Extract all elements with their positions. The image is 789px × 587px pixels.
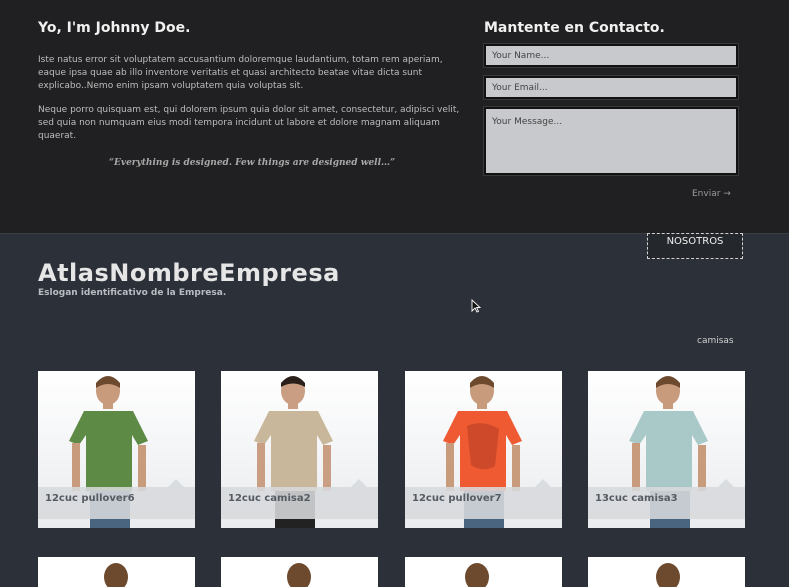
product-label: 13cuc camisa3 <box>595 493 678 504</box>
product-card[interactable]: 12cuc pullover7 <box>405 371 562 528</box>
contact-title: Mantente en Contacto. <box>484 20 665 36</box>
product-label: 12cuc pullover6 <box>45 493 135 504</box>
send-link[interactable]: Enviar → <box>692 189 731 199</box>
about-paragraph: Iste natus error sit voluptatem accusant… <box>38 55 443 91</box>
filter-link-camisas[interactable]: camisas <box>697 336 734 346</box>
mouse-cursor-icon <box>471 299 481 313</box>
product-photo <box>104 563 128 587</box>
caption-arrow <box>168 479 184 487</box>
message-textarea[interactable] <box>484 107 738 175</box>
about-paragraph: Neque porro quisquam est, qui dolorem ip… <box>38 105 460 141</box>
brand-slogan: Eslogan identificativo de la Empresa. <box>38 288 227 298</box>
brand-name: AtlasNombreEmpresa <box>38 259 340 287</box>
product-card[interactable]: 13cuc camisa3 <box>588 371 745 528</box>
product-label: 12cuc camisa2 <box>228 493 311 504</box>
product-photo <box>287 563 311 587</box>
product-label: 12cuc pullover7 <box>412 493 502 504</box>
product-card[interactable] <box>221 557 378 587</box>
product-card[interactable] <box>405 557 562 587</box>
product-photo <box>465 563 489 587</box>
nosotros-tab-button[interactable]: NOSOTROS <box>647 233 743 259</box>
product-card[interactable] <box>38 557 195 587</box>
product-card[interactable] <box>588 557 745 587</box>
name-input[interactable] <box>484 44 738 67</box>
email-input[interactable] <box>484 76 738 99</box>
product-card[interactable]: 12cuc camisa2 <box>221 371 378 528</box>
quote: “Everything is designed. Few things are … <box>108 158 396 168</box>
caption-arrow <box>351 479 367 487</box>
about-title: Yo, I'm Johnny Doe. <box>38 20 191 36</box>
caption-arrow <box>718 479 734 487</box>
product-photo <box>656 563 680 587</box>
product-card[interactable]: 12cuc pullover6 <box>38 371 195 528</box>
about-contact-panel: Yo, I'm Johnny Doe. Iste natus error sit… <box>0 0 789 234</box>
caption-arrow <box>535 479 551 487</box>
